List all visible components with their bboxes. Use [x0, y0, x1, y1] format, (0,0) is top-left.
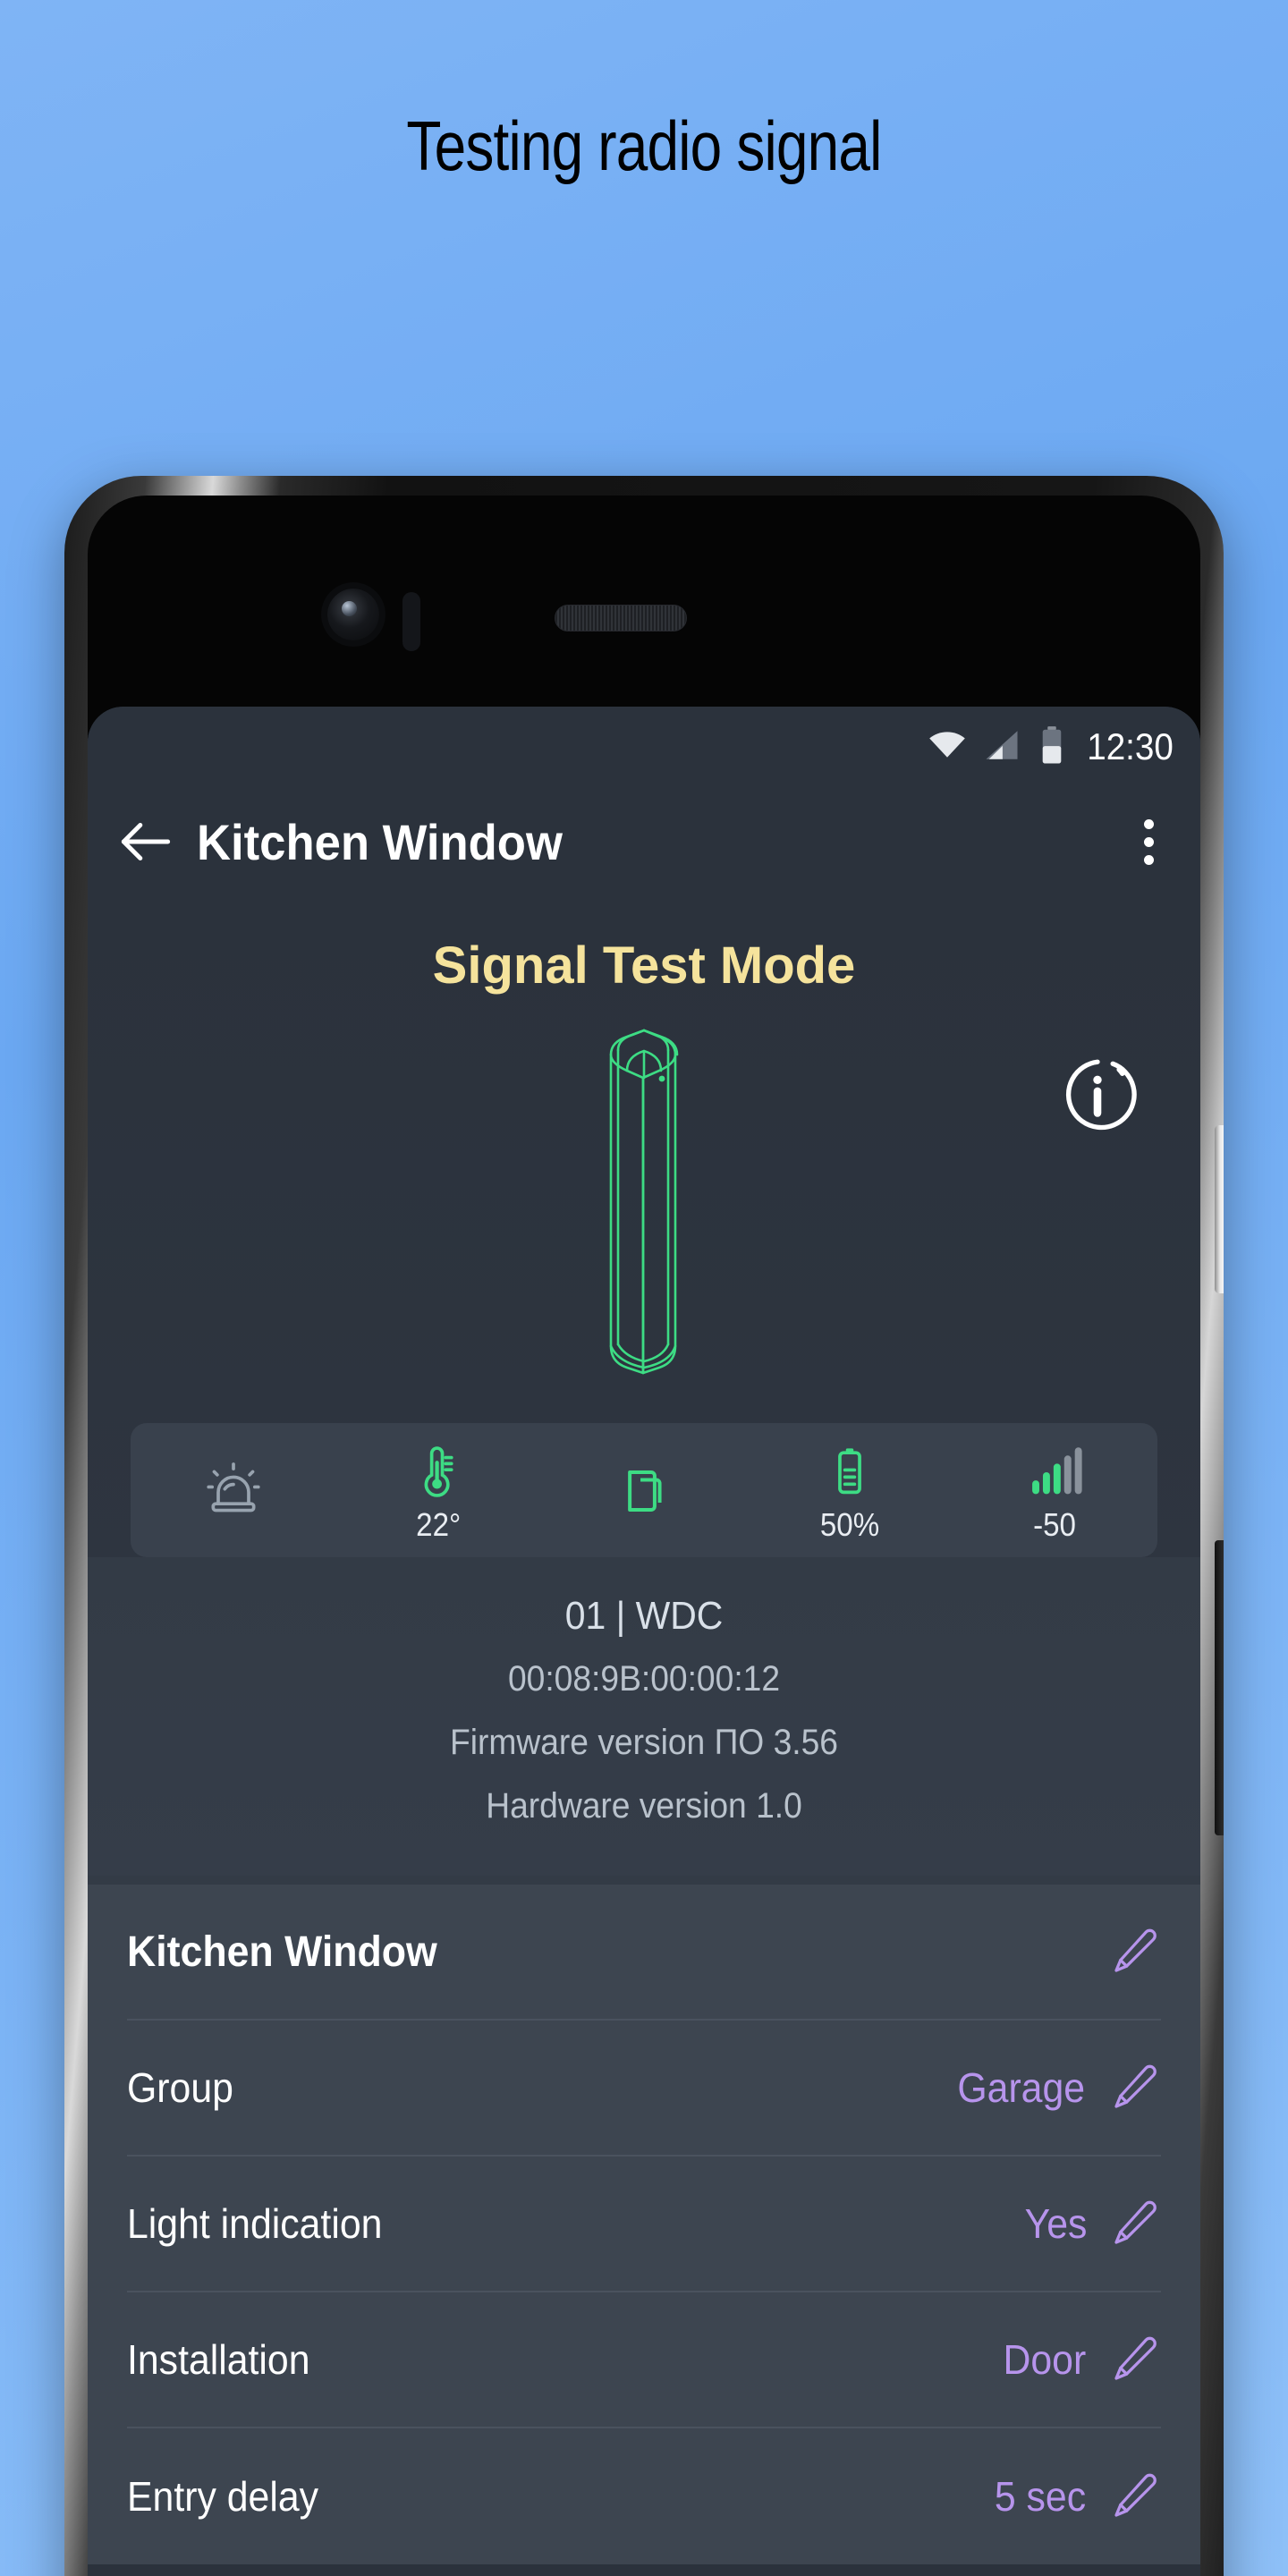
- device-status-strip: 22° 50% -50: [131, 1423, 1157, 1557]
- info-circle-icon[interactable]: [1054, 1051, 1141, 1139]
- page-background: Testing radio signal 12:30 Kitchen Windo…: [0, 0, 1288, 2576]
- front-camera-lens-icon: [327, 589, 379, 640]
- settings-label: Light indication: [127, 2200, 383, 2247]
- battery-icon: [819, 1436, 880, 1503]
- back-arrow-icon[interactable]: [113, 809, 179, 875]
- signal-test-mode-title: Signal Test Mode: [432, 936, 856, 995]
- door-open-icon: [614, 1455, 674, 1521]
- volume-rocker-button[interactable]: [1215, 1540, 1224, 1835]
- settings-value: Door: [1003, 2336, 1087, 2383]
- battery-icon: [1037, 725, 1067, 769]
- earpiece-speaker-icon: [555, 605, 687, 631]
- settings-label: Kitchen Window: [127, 1928, 437, 1976]
- door-window-contact-sensor-3d-icon: [577, 1012, 711, 1401]
- settings-row-entry-delay[interactable]: Entry delay 5 sec: [127, 2428, 1161, 2564]
- status-bar-clock: 12:30: [1087, 725, 1174, 767]
- pencil-edit-icon[interactable]: [1109, 2470, 1161, 2522]
- hardware-version-line: Hardware version 1.0: [486, 1786, 802, 1826]
- status-cell-temperature[interactable]: 22°: [336, 1423, 542, 1557]
- app-bar: Kitchen Window: [88, 787, 1200, 896]
- status-value-signal: -50: [1033, 1506, 1077, 1543]
- settings-label: Entry delay: [127, 2473, 319, 2520]
- status-value-battery: 50%: [819, 1506, 879, 1543]
- kebab-dot: [1144, 818, 1154, 829]
- phone-screen: 12:30 Kitchen Window Signal Test Mode 22…: [88, 707, 1200, 2576]
- cellular-signal-icon: [983, 726, 1021, 768]
- pencil-edit-icon[interactable]: [1109, 2062, 1161, 2114]
- kebab-dot: [1144, 836, 1154, 847]
- status-cell-battery[interactable]: 50%: [747, 1423, 953, 1557]
- page-title: Kitchen Window: [197, 813, 563, 870]
- signal-bars-icon: [1024, 1436, 1085, 1503]
- phone-bezel: 12:30 Kitchen Window Signal Test Mode 22…: [88, 496, 1200, 2576]
- phone-device-frame: 12:30 Kitchen Window Signal Test Mode 22…: [64, 476, 1224, 2576]
- pencil-edit-icon[interactable]: [1109, 2198, 1161, 2250]
- proximity-sensor-icon: [402, 592, 420, 651]
- status-cell-door[interactable]: [541, 1423, 747, 1557]
- settings-row-group[interactable]: Group Garage: [127, 2021, 1161, 2157]
- pencil-edit-icon[interactable]: [1109, 1926, 1161, 1978]
- pencil-edit-icon[interactable]: [1109, 2334, 1161, 2385]
- status-cell-alarm[interactable]: [131, 1423, 336, 1557]
- settings-row-name[interactable]: Kitchen Window: [127, 1885, 1161, 2021]
- device-info-block: 01 | WDC 00:08:9B:00:00:12 Firmware vers…: [88, 1557, 1200, 1876]
- device-illustration-stage: [88, 996, 1200, 1416]
- settings-value: 5 sec: [994, 2473, 1087, 2520]
- device-mac-line: 00:08:9B:00:00:12: [507, 1659, 781, 1699]
- overflow-menu-icon[interactable]: [1131, 807, 1166, 877]
- kebab-dot: [1144, 854, 1154, 865]
- device-id-line: 01 | WDC: [564, 1594, 724, 1638]
- settings-label: Group: [127, 2064, 233, 2111]
- signal-test-hero: Signal Test Mode 22° 50% -50 01 | WDC 00…: [88, 896, 1200, 1885]
- status-cell-signal[interactable]: -50: [952, 1423, 1157, 1557]
- settings-value: Garage: [956, 2064, 1085, 2111]
- settings-row-installation[interactable]: Installation Door: [127, 2292, 1161, 2428]
- page-caption: Testing radio signal: [406, 106, 882, 185]
- power-button[interactable]: [1215, 1125, 1224, 1293]
- siren-alarm-icon: [203, 1455, 264, 1521]
- settings-list: Kitchen Window Group Garage Light indica…: [88, 1885, 1200, 2564]
- settings-row-light-indication[interactable]: Light indication Yes: [127, 2157, 1161, 2292]
- status-bar: 12:30: [88, 707, 1200, 787]
- settings-value: Yes: [1024, 2200, 1088, 2247]
- wifi-icon: [928, 725, 967, 769]
- thermometer-icon: [408, 1436, 469, 1503]
- status-value-temperature: 22°: [416, 1506, 462, 1543]
- settings-label: Installation: [127, 2336, 310, 2383]
- firmware-version-line: Firmware version ПО 3.56: [449, 1723, 838, 1762]
